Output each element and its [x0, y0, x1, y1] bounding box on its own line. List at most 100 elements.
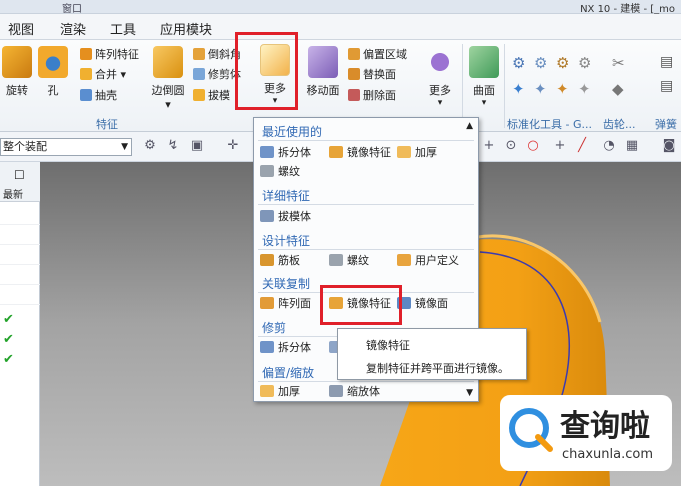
sync-icon	[425, 46, 455, 78]
mirror-face-label: 镜像面	[415, 297, 448, 310]
menu-item-user-defined[interactable]: 用户定义	[397, 253, 459, 269]
surface-icon	[469, 46, 499, 78]
std-tool-icon[interactable]: ⚙	[512, 54, 525, 72]
snap-icon[interactable]: ↯	[166, 139, 180, 153]
scroll-up-icon[interactable]: ▲	[466, 121, 473, 131]
group-label-gear[interactable]: 齿轮...	[603, 116, 636, 132]
pattern-feature-button[interactable]: 阵列特征	[80, 47, 139, 63]
menu-item-split-body[interactable]: 拆分体	[260, 145, 311, 161]
gear-tool-icon[interactable]: ◆	[612, 80, 624, 98]
replace-face-icon	[348, 68, 360, 80]
std-tool-icon[interactable]: ✦	[534, 80, 547, 98]
menu-item-thread[interactable]: 螺纹	[260, 164, 300, 180]
hole-button[interactable]: 孔	[38, 46, 68, 98]
camera-icon[interactable]: ◙	[662, 139, 676, 153]
pattern-icon	[80, 48, 92, 60]
std-tool-icon[interactable]: ✦	[578, 80, 591, 98]
edge-blend-button[interactable]: 边倒圆 ▾	[148, 46, 188, 111]
spring-icon[interactable]: ▤	[660, 78, 673, 94]
delete-face-icon	[348, 89, 360, 101]
navigator-header: ☐ 最新	[0, 162, 40, 202]
std-tool-icon[interactable]: ⚙	[534, 54, 547, 72]
draft-body-icon	[260, 210, 274, 222]
more-sync-button[interactable]: 更多 ▾	[425, 46, 455, 108]
group-label-spring[interactable]: 弹簧	[655, 116, 677, 132]
menu-item-mirror-face[interactable]: 镜像面	[397, 296, 448, 312]
trim-body-button[interactable]: 修剪体	[193, 67, 241, 83]
view-icon[interactable]: ◔	[602, 139, 616, 153]
nav-row-divider	[0, 284, 40, 285]
window-title: NX 10 - 建模 - [_mo	[580, 4, 675, 15]
shell-button[interactable]: 抽壳	[80, 88, 117, 104]
navigator-toggle-icon[interactable]: ☐	[14, 168, 25, 182]
group-label-standard-tools[interactable]: 标准化工具 - G...	[507, 116, 592, 132]
circle-icon[interactable]: ○	[526, 139, 540, 153]
menu-tools[interactable]: 工具	[110, 19, 136, 38]
title-bar: 窗口 NX 10 - 建模 - [_mo	[0, 0, 681, 15]
std-tool-icon[interactable]: ✦	[556, 80, 569, 98]
menu-item-rib[interactable]: 筋板	[260, 253, 300, 269]
crosshair-icon[interactable]: +	[482, 139, 496, 153]
mirror-feature-highlight	[320, 285, 402, 325]
draft-button[interactable]: 拔模	[193, 88, 230, 104]
surface-button[interactable]: 曲面 ▾	[468, 46, 500, 108]
revolve-button[interactable]: 旋转	[2, 46, 32, 98]
menu-item-draft-body[interactable]: 拔模体	[260, 209, 311, 225]
menu-view[interactable]: 视图	[8, 19, 34, 38]
check-icon: ✔	[3, 312, 14, 327]
std-tool-icon[interactable]: ⚙	[578, 54, 591, 72]
std-tool-icon[interactable]: ⚙	[556, 54, 569, 72]
menu-item-thicken[interactable]: 加厚	[397, 145, 437, 161]
menu-item-scale-body[interactable]: 缩放体	[329, 384, 380, 400]
nav-row-divider	[0, 264, 40, 265]
section-divider	[258, 140, 474, 141]
menu-item-thread-design[interactable]: 螺纹	[329, 253, 369, 269]
menu-item-mirror-feature-recent[interactable]: 镜像特征	[329, 145, 391, 161]
center-point-icon[interactable]: ⊙	[504, 139, 518, 153]
grid-icon[interactable]: ▦	[625, 139, 639, 153]
menu-app-module[interactable]: 应用模块	[160, 19, 212, 38]
scale-body-label: 缩放体	[347, 385, 380, 398]
menu-item-split-body-trim[interactable]: 拆分体	[260, 340, 311, 356]
gear-tool-icon[interactable]: ✂	[612, 54, 625, 72]
surface-label: 曲面	[473, 84, 495, 97]
revolve-label: 旋转	[6, 84, 28, 97]
chevron-down-icon: ▼	[121, 142, 128, 152]
menu-item-thicken-offset[interactable]: 加厚	[260, 384, 300, 400]
thread-icon	[329, 254, 343, 266]
select-icon[interactable]: ▣	[190, 139, 204, 153]
section-trim: 修剪	[262, 321, 287, 335]
delete-face-button[interactable]: 删除面	[348, 88, 396, 104]
quick-access-window[interactable]: 窗口	[62, 0, 82, 15]
trim-body-icon	[193, 68, 205, 80]
section-divider	[258, 204, 474, 205]
thicken-icon	[260, 385, 274, 397]
move-face-button[interactable]: 移动面	[305, 46, 341, 98]
intersection-icon[interactable]: +	[553, 139, 567, 153]
draft-icon	[193, 89, 205, 101]
menu-item-pattern-face[interactable]: 阵列面	[260, 296, 311, 312]
std-tool-icon[interactable]: ✦	[512, 80, 525, 98]
unite-button[interactable]: 合并 ▾	[80, 67, 126, 83]
offset-region-button[interactable]: 偏置区域	[348, 47, 407, 63]
scroll-down-icon[interactable]: ▼	[466, 388, 473, 398]
more-button-highlight	[235, 32, 298, 110]
assembly-scope-select[interactable]: 整个装配 ▼	[0, 138, 132, 156]
section-design-feature: 设计特征	[262, 234, 311, 248]
mirror-feature-label: 镜像特征	[347, 146, 391, 159]
thread-design-label: 螺纹	[347, 254, 369, 267]
line-icon[interactable]: ╱	[575, 139, 589, 153]
shell-icon	[80, 89, 92, 101]
unite-label: 合并	[95, 68, 117, 81]
hole-label: 孔	[47, 84, 59, 97]
thicken-offset-label: 加厚	[278, 385, 300, 398]
chamfer-button[interactable]: 倒斜角	[193, 47, 241, 63]
point-icon[interactable]: ✛	[226, 139, 240, 153]
menu-render[interactable]: 渲染	[60, 19, 86, 38]
nav-row-divider	[0, 224, 40, 225]
replace-face-label: 替换面	[363, 68, 396, 81]
filter-icon[interactable]: ⚙	[143, 139, 157, 153]
offset-region-icon	[348, 48, 360, 60]
replace-face-button[interactable]: 替换面	[348, 67, 396, 83]
spring-icon[interactable]: ▤	[660, 54, 673, 70]
